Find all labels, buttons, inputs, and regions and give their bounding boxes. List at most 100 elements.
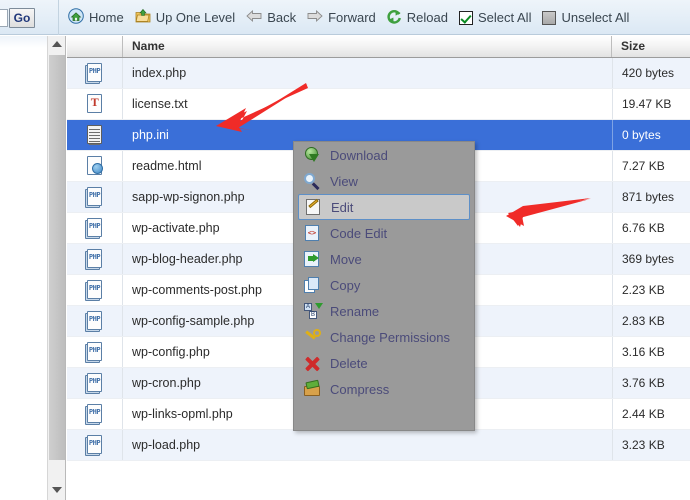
context-menu-item-download[interactable]: Download: [294, 142, 474, 168]
php-file-icon: PHP: [85, 372, 104, 394]
context-menu: Download View Edit <>Code Edit Move CopyABRen…: [293, 141, 475, 431]
file-size-cell: 2.23 KB: [612, 275, 690, 305]
rename-icon: AB: [304, 303, 321, 320]
table-header-row: Name Size: [67, 36, 690, 58]
context-menu-item-move[interactable]: Move: [294, 246, 474, 272]
context-menu-item-code-edit[interactable]: <>Code Edit: [294, 220, 474, 246]
context-menu-item-edit[interactable]: Edit: [298, 194, 470, 220]
context-menu-item-change-permissions[interactable]: Change Permissions: [294, 324, 474, 350]
toolbar-divider: [58, 0, 59, 35]
context-menu-items: Download View Edit <>Code Edit Move CopyABRen…: [294, 142, 474, 402]
context-menu-item-label: Code Edit: [330, 226, 387, 241]
php-file-icon: PHP: [85, 341, 104, 363]
toolbar-back-label: Back: [267, 10, 296, 25]
file-icon-cell: [67, 151, 123, 181]
vertical-scrollbar[interactable]: [47, 36, 66, 500]
magnifier-icon: [304, 173, 321, 190]
text-file-icon: T: [85, 93, 104, 115]
compress-package-icon: [304, 381, 321, 398]
file-size-cell: 2.83 KB: [612, 306, 690, 336]
context-menu-item-label: View: [330, 174, 358, 189]
toolbar-up-one-level-label: Up One Level: [156, 10, 236, 25]
php-file-icon: PHP: [85, 279, 104, 301]
php-file-icon: PHP: [85, 186, 104, 208]
file-name-cell[interactable]: wp-load.php: [123, 430, 612, 460]
column-header-name[interactable]: Name: [123, 36, 612, 57]
php-file-icon: PHP: [85, 62, 104, 84]
html-file-icon: [85, 155, 104, 177]
red-x-delete-icon: [304, 355, 321, 372]
context-menu-item-label: Change Permissions: [330, 330, 450, 345]
file-icon-cell: T: [67, 89, 123, 119]
php-file-icon: PHP: [85, 248, 104, 270]
toolbar-reload-label: Reload: [407, 10, 448, 25]
forward-arrow-icon: [307, 9, 323, 26]
scrollbar-down-arrow[interactable]: [48, 482, 65, 500]
file-size-cell: 7.27 KB: [612, 151, 690, 181]
file-size-cell: 369 bytes: [612, 244, 690, 274]
reload-icon: [387, 9, 402, 27]
file-manager-window: Go Home: [0, 0, 690, 500]
file-icon-cell: PHP: [67, 368, 123, 398]
toolbar-select-all-label: Select All: [478, 10, 531, 25]
context-menu-item-copy[interactable]: Copy: [294, 272, 474, 298]
php-file-icon: PHP: [85, 310, 104, 332]
file-size-cell: 871 bytes: [612, 182, 690, 212]
context-menu-item-view[interactable]: View: [294, 168, 474, 194]
toolbar-unselect-all-label: Unselect All: [561, 10, 629, 25]
toolbar-reload-button[interactable]: Reload: [385, 0, 457, 35]
scrollbar-thumb[interactable]: [49, 55, 65, 460]
file-icon-cell: PHP: [67, 213, 123, 243]
context-menu-item-label: Download: [330, 148, 388, 163]
context-menu-item-label: Delete: [330, 356, 368, 371]
file-size-cell: 6.76 KB: [612, 213, 690, 243]
toolbar-items: Home Up One Level Back: [66, 0, 638, 35]
download-icon: [304, 147, 321, 164]
table-row[interactable]: PHPwp-load.php3.23 KB: [67, 430, 690, 461]
context-menu-item-label: Compress: [330, 382, 389, 397]
context-menu-item-compress[interactable]: Compress: [294, 376, 474, 402]
context-menu-item-delete[interactable]: Delete: [294, 350, 474, 376]
toolbar-back-button[interactable]: Back: [244, 0, 305, 35]
table-row[interactable]: Tlicense.txt19.47 KB: [67, 89, 690, 120]
toolbar-unselect-all-button[interactable]: Unselect All: [540, 0, 638, 35]
toolbar-forward-label: Forward: [328, 10, 376, 25]
file-icon-cell: PHP: [67, 399, 123, 429]
key-icon: [304, 329, 321, 346]
address-input[interactable]: [0, 9, 8, 27]
file-icon-cell: PHP: [67, 275, 123, 305]
checked-box-icon: [459, 11, 473, 25]
php-file-icon: PHP: [85, 434, 104, 456]
toolbar-home-button[interactable]: Home: [66, 0, 133, 35]
pencil-edit-icon: [305, 199, 322, 216]
file-icon-cell: PHP: [67, 430, 123, 460]
context-menu-item-label: Edit: [331, 200, 353, 215]
context-menu-item-rename[interactable]: ABRename: [294, 298, 474, 324]
file-icon-cell: PHP: [67, 58, 123, 88]
file-size-cell: 19.47 KB: [612, 89, 690, 119]
toolbar-home-label: Home: [89, 10, 124, 25]
ini-file-icon: [85, 124, 104, 146]
toolbar-select-all-button[interactable]: Select All: [457, 0, 540, 35]
toolbar: Go Home: [0, 0, 690, 35]
file-name-cell[interactable]: license.txt: [123, 89, 612, 119]
file-size-cell: 420 bytes: [612, 58, 690, 88]
php-file-icon: PHP: [85, 403, 104, 425]
go-button[interactable]: Go: [9, 8, 35, 28]
column-header-icon[interactable]: [67, 36, 123, 57]
context-menu-item-label: Move: [330, 252, 362, 267]
file-icon-cell: PHP: [67, 306, 123, 336]
file-icon-cell: PHP: [67, 182, 123, 212]
table-row[interactable]: PHP index.php420 bytes: [67, 58, 690, 89]
file-size-cell: 3.76 KB: [612, 368, 690, 398]
toolbar-up-one-level-button[interactable]: Up One Level: [133, 0, 245, 35]
file-name-cell[interactable]: index.php: [123, 58, 612, 88]
toolbar-forward-button[interactable]: Forward: [305, 0, 385, 35]
column-header-size[interactable]: Size: [612, 36, 690, 57]
php-file-icon: PHP: [85, 217, 104, 239]
back-arrow-icon: [246, 9, 262, 26]
file-icon-cell: PHP: [67, 337, 123, 367]
unchecked-box-icon: [542, 11, 556, 25]
scrollbar-up-arrow[interactable]: [48, 36, 65, 54]
home-icon: [68, 8, 84, 27]
